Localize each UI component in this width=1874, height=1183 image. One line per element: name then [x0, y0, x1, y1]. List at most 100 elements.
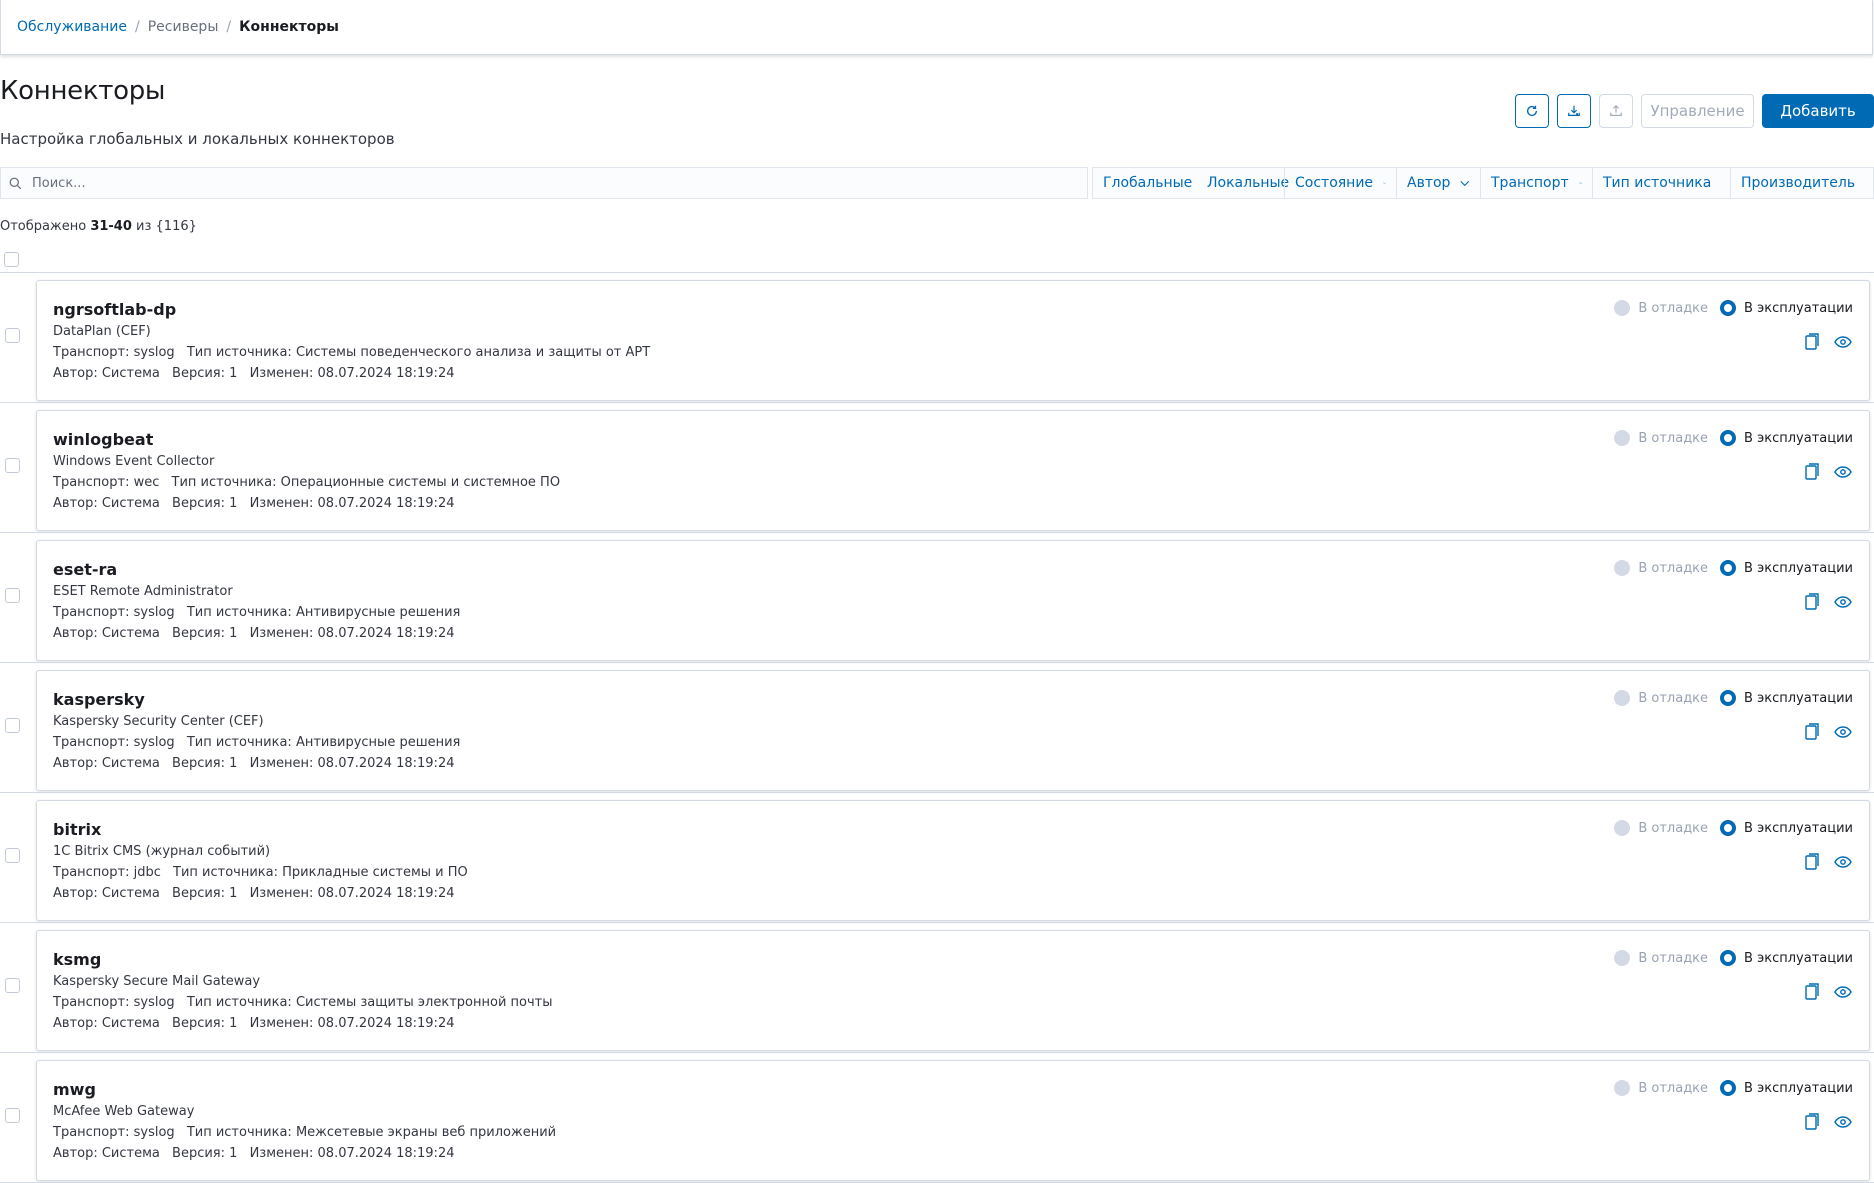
count-range: 31-40 — [90, 219, 132, 234]
card-actions — [1805, 463, 1852, 480]
copy-icon[interactable] — [1805, 1113, 1820, 1130]
list-item: ksmg Kaspersky Secure Mail Gateway Транс… — [0, 923, 1874, 1053]
search-bar — [0, 167, 1088, 199]
connector-card[interactable]: winlogbeat Windows Event Collector Транс… — [36, 410, 1870, 531]
modified-value: 08.07.2024 18:19:24 — [317, 886, 455, 901]
row-checkbox[interactable] — [5, 848, 20, 863]
debug-radio[interactable] — [1614, 430, 1631, 446]
manage-button[interactable]: Управление — [1641, 94, 1754, 128]
copy-icon[interactable] — [1805, 593, 1820, 610]
source-type-value: Системы защиты электронной почты — [295, 995, 553, 1010]
row-checkbox[interactable] — [5, 718, 20, 733]
connector-name[interactable]: ngrsoftlab-dp — [53, 300, 176, 319]
version-value: 1 — [229, 496, 238, 511]
source-type-value: Межсетевые экраны веб приложений — [295, 1125, 557, 1140]
copy-icon[interactable] — [1805, 983, 1820, 1000]
connector-meta-1: Транспорт: syslog Тип источника: Антивир… — [53, 605, 460, 620]
debug-radio-label: В отладке — [1638, 430, 1709, 446]
connector-name[interactable]: mwg — [53, 1080, 96, 1099]
connector-name[interactable]: winlogbeat — [53, 430, 153, 449]
production-radio[interactable] — [1720, 690, 1737, 706]
production-radio[interactable] — [1720, 820, 1737, 836]
connector-product: McAfee Web Gateway — [53, 1104, 195, 1119]
production-radio[interactable] — [1720, 300, 1737, 316]
breadcrumb-maintenance[interactable]: Обслуживание — [17, 19, 127, 35]
chevron-down-icon — [1383, 182, 1386, 184]
breadcrumb-separator: / — [135, 19, 140, 35]
version-label: Версия: — [172, 756, 225, 771]
source-type-value: Прикладные системы и ПО — [282, 865, 468, 880]
debug-radio[interactable] — [1614, 690, 1631, 706]
connector-card[interactable]: eset-ra ESET Remote Administrator Трансп… — [36, 540, 1870, 661]
row-checkbox[interactable] — [5, 588, 20, 603]
view-icon[interactable] — [1834, 465, 1852, 478]
connector-name[interactable]: ksmg — [53, 950, 101, 969]
source-type-value: Операционные системы и системное ПО — [280, 475, 561, 490]
page-title: Коннекторы — [0, 76, 166, 106]
filter-global[interactable]: Глобальные — [1093, 168, 1197, 198]
debug-radio[interactable] — [1614, 950, 1631, 966]
connector-card[interactable]: bitrix 1C Bitrix CMS (журнал событий) Тр… — [36, 800, 1870, 921]
modified-label: Изменен: — [249, 1146, 314, 1161]
header-actions: Управление Добавить — [1515, 94, 1874, 128]
add-button[interactable]: Добавить — [1762, 94, 1874, 128]
count-prefix: Отображено — [0, 219, 87, 234]
author-value: Система — [101, 366, 160, 381]
view-icon[interactable] — [1834, 595, 1852, 608]
view-icon[interactable] — [1834, 1115, 1852, 1128]
production-radio-label: В эксплуатации — [1744, 560, 1853, 576]
connector-name[interactable]: kaspersky — [53, 690, 145, 709]
debug-radio[interactable] — [1614, 1080, 1631, 1096]
select-all-checkbox[interactable] — [4, 252, 19, 267]
copy-icon[interactable] — [1805, 463, 1820, 480]
filter-vendor[interactable]: Производитель — [1730, 168, 1873, 198]
connector-card[interactable]: ngrsoftlab-dp DataPlan (CEF) Транспорт: … — [36, 280, 1870, 401]
filter-transport[interactable]: Транспорт — [1480, 168, 1592, 198]
view-icon[interactable] — [1834, 335, 1852, 348]
view-icon[interactable] — [1834, 985, 1852, 998]
production-radio[interactable] — [1720, 950, 1737, 966]
production-radio[interactable] — [1720, 430, 1737, 446]
connector-card[interactable]: ksmg Kaspersky Secure Mail Gateway Транс… — [36, 930, 1870, 1051]
transport-label: Транспорт: — [53, 605, 130, 620]
debug-radio[interactable] — [1614, 820, 1631, 836]
connector-product: Kaspersky Secure Mail Gateway — [53, 974, 261, 989]
copy-icon[interactable] — [1805, 723, 1820, 740]
view-icon[interactable] — [1834, 855, 1852, 868]
connector-name[interactable]: eset-ra — [53, 560, 117, 579]
version-label: Версия: — [172, 626, 225, 641]
export-button[interactable] — [1599, 94, 1633, 128]
production-radio[interactable] — [1720, 560, 1737, 576]
breadcrumb-receivers[interactable]: Ресиверы — [148, 19, 219, 35]
row-checkbox[interactable] — [5, 458, 20, 473]
modified-label: Изменен: — [249, 496, 314, 511]
row-checkbox[interactable] — [5, 328, 20, 343]
refresh-button[interactable] — [1515, 94, 1549, 128]
connector-card[interactable]: kaspersky Kaspersky Security Center (CEF… — [36, 670, 1870, 791]
modified-label: Изменен: — [249, 626, 314, 641]
view-icon[interactable] — [1834, 725, 1852, 738]
filter-state[interactable]: Состояние — [1284, 168, 1396, 198]
production-radio[interactable] — [1720, 1080, 1737, 1096]
debug-radio[interactable] — [1614, 560, 1631, 576]
row-checkbox[interactable] — [5, 978, 20, 993]
import-button[interactable] — [1557, 94, 1591, 128]
filter-author[interactable]: Автор — [1396, 168, 1480, 198]
debug-radio-label: В отладке — [1638, 950, 1709, 966]
copy-icon[interactable] — [1805, 333, 1820, 350]
row-checkbox[interactable] — [5, 1108, 20, 1123]
production-radio-label: В эксплуатации — [1744, 950, 1853, 966]
source-type-label: Тип источника: — [186, 605, 292, 620]
filter-local[interactable]: Локальные — [1197, 168, 1289, 198]
debug-radio[interactable] — [1614, 300, 1631, 316]
connector-card[interactable]: mwg McAfee Web Gateway Транспорт: syslog… — [36, 1060, 1870, 1181]
chevron-down-icon — [1578, 182, 1582, 185]
transport-label: Транспорт: — [53, 865, 130, 880]
connector-product: DataPlan (CEF) — [53, 324, 151, 339]
version-label: Версия: — [172, 1146, 225, 1161]
connector-name[interactable]: bitrix — [53, 820, 101, 839]
copy-icon[interactable] — [1805, 853, 1820, 870]
author-label: Автор: — [53, 496, 98, 511]
filter-source-type[interactable]: Тип источника — [1592, 168, 1730, 198]
search-input[interactable] — [32, 175, 1072, 191]
